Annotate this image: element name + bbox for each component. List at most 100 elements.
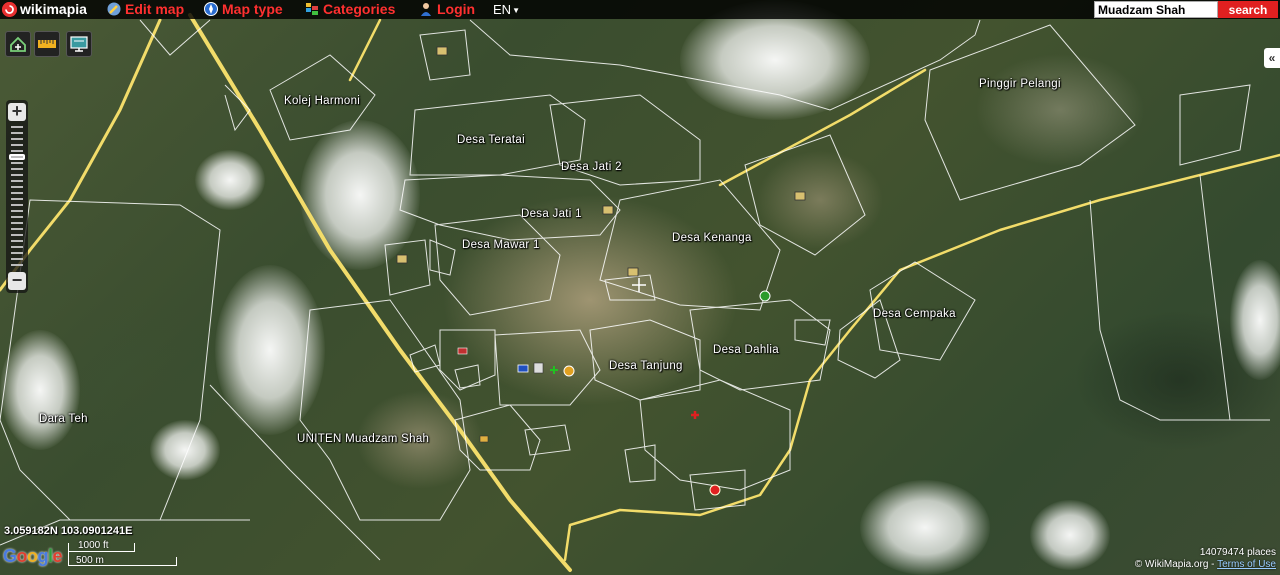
road-south [563,328,852,562]
school-marker-icon [794,191,806,201]
places-count: 14079474 places [1199,547,1276,558]
outline-diagonal [209,384,381,561]
place-label[interactable]: UNITEN Muadzam Shah [297,433,429,445]
scale-bar: 1000 ft 500 m [68,540,178,567]
outline-center-small5 [624,444,656,483]
zoom-tick [11,234,23,236]
top-toolbar: wikimapia Edit map Map type Categories L… [0,0,1280,19]
login-label: Login [437,1,476,17]
hospital-marker-icon [691,411,699,419]
clinic-marker-icon [550,366,558,374]
school-marker-icon [396,254,408,264]
login-button[interactable]: Login [419,0,475,19]
zoom-tick [11,180,23,182]
outline-center-small1 [384,239,431,296]
language-label: EN [493,2,512,17]
monitor-tool-button[interactable] [66,31,92,57]
school-marker-icon [602,205,614,215]
outline-center-small3 [604,274,656,301]
copyright-text: © WikiMapia.org - [1134,559,1218,570]
mosque-marker-icon [563,365,575,377]
zoom-tick [11,144,23,146]
outline-northwest [139,19,211,56]
outline-northeast [469,19,981,111]
place-label[interactable]: Pinggir Pelangi [979,78,1061,90]
place-label[interactable]: Desa Tanjung [609,360,683,372]
zoom-tick [11,162,23,164]
outline-center-small8 [454,364,481,389]
place-label[interactable]: Desa Dahlia [713,344,779,356]
collapse-panel-icon[interactable]: « [1264,48,1280,68]
zoom-tick [11,210,23,212]
outline-pinggir-pelangi [924,24,1136,201]
zoom-tick [11,156,23,158]
ruler-tool-icon [38,40,56,48]
zoom-tick [11,258,23,260]
shop-marker-icon [517,364,529,373]
road-east [718,68,927,187]
zoom-tick [11,264,23,266]
outline-desa-mawar [434,214,561,316]
outline-center-small6 [524,424,571,456]
place-label[interactable]: Desa Jati 1 [521,208,582,220]
coordinates-readout: 3.059182N 103.0901241E [4,525,133,537]
zoom-tick [11,186,23,188]
zoom-out-icon[interactable]: − [8,271,26,290]
edit-map-icon [107,2,121,16]
terms-of-use-link[interactable]: Terms of Use [1217,559,1276,570]
place-label[interactable]: Desa Jati 2 [561,161,622,173]
monitor-tool-icon [70,36,88,52]
zoom-tick [11,222,23,224]
place-label[interactable]: Desa Mawar 1 [462,239,540,251]
outline-pond [1179,84,1251,166]
road-north [348,18,382,82]
zoom-tick [11,246,23,248]
zoom-tick [11,138,23,140]
zoom-tick [11,228,23,230]
outline-west-school [439,329,496,391]
map-type-label: Map type [222,1,283,17]
zoom-in-icon[interactable]: + [8,102,26,121]
home-tool-button[interactable] [5,31,31,57]
map-type-button[interactable]: Map type [204,0,283,19]
search-input[interactable] [1094,1,1218,18]
place-label[interactable]: Desa Cempaka [873,308,956,320]
outline-east-grid2 [1199,174,1231,421]
place-label[interactable]: Dara Teh [39,413,88,425]
marker-icon [479,435,489,443]
outline-east-grid [1089,199,1270,421]
search-button[interactable]: search [1218,1,1278,18]
chevron-down-icon: ▼ [512,6,520,15]
flag-marker-icon [457,347,468,355]
categories-label: Categories [323,1,396,17]
cursor-crosshair-icon [632,278,646,292]
wikimapia-logo[interactable]: wikimapia [2,1,87,18]
outline-desa-kenanga [599,179,781,311]
place-label[interactable]: Desa Kenanga [672,232,752,244]
main-road [188,13,572,572]
categories-button[interactable]: Categories [305,0,395,19]
scale-metric: 500 m [76,555,104,566]
map-type-compass-icon [204,2,218,16]
satellite-map[interactable]: Kolej Harmoni Desa Teratai Desa Jati 2 D… [0,0,1280,575]
wikimapia-logo-icon [2,2,17,17]
place-label[interactable]: Kolej Harmoni [284,95,360,107]
zoom-tick [11,240,23,242]
login-user-icon [419,2,433,16]
language-selector[interactable]: EN▼ [493,0,520,20]
zoom-tick [11,132,23,134]
outline-center-small4 [794,319,831,346]
google-logo: Google [3,546,63,566]
ruler-tool-button[interactable] [34,31,60,57]
edit-map-button[interactable]: Edit map [107,0,184,19]
edit-map-label: Edit map [125,1,185,17]
zoom-control: + − [6,100,28,293]
zoom-tick [11,150,23,152]
outline-center-small2 [429,239,456,276]
zoom-tick [11,198,23,200]
school-marker-icon [627,267,639,277]
categories-icon [305,2,319,16]
zoom-tick [11,204,23,206]
place-label[interactable]: Desa Teratai [457,134,525,146]
home-tool-icon [10,36,26,52]
